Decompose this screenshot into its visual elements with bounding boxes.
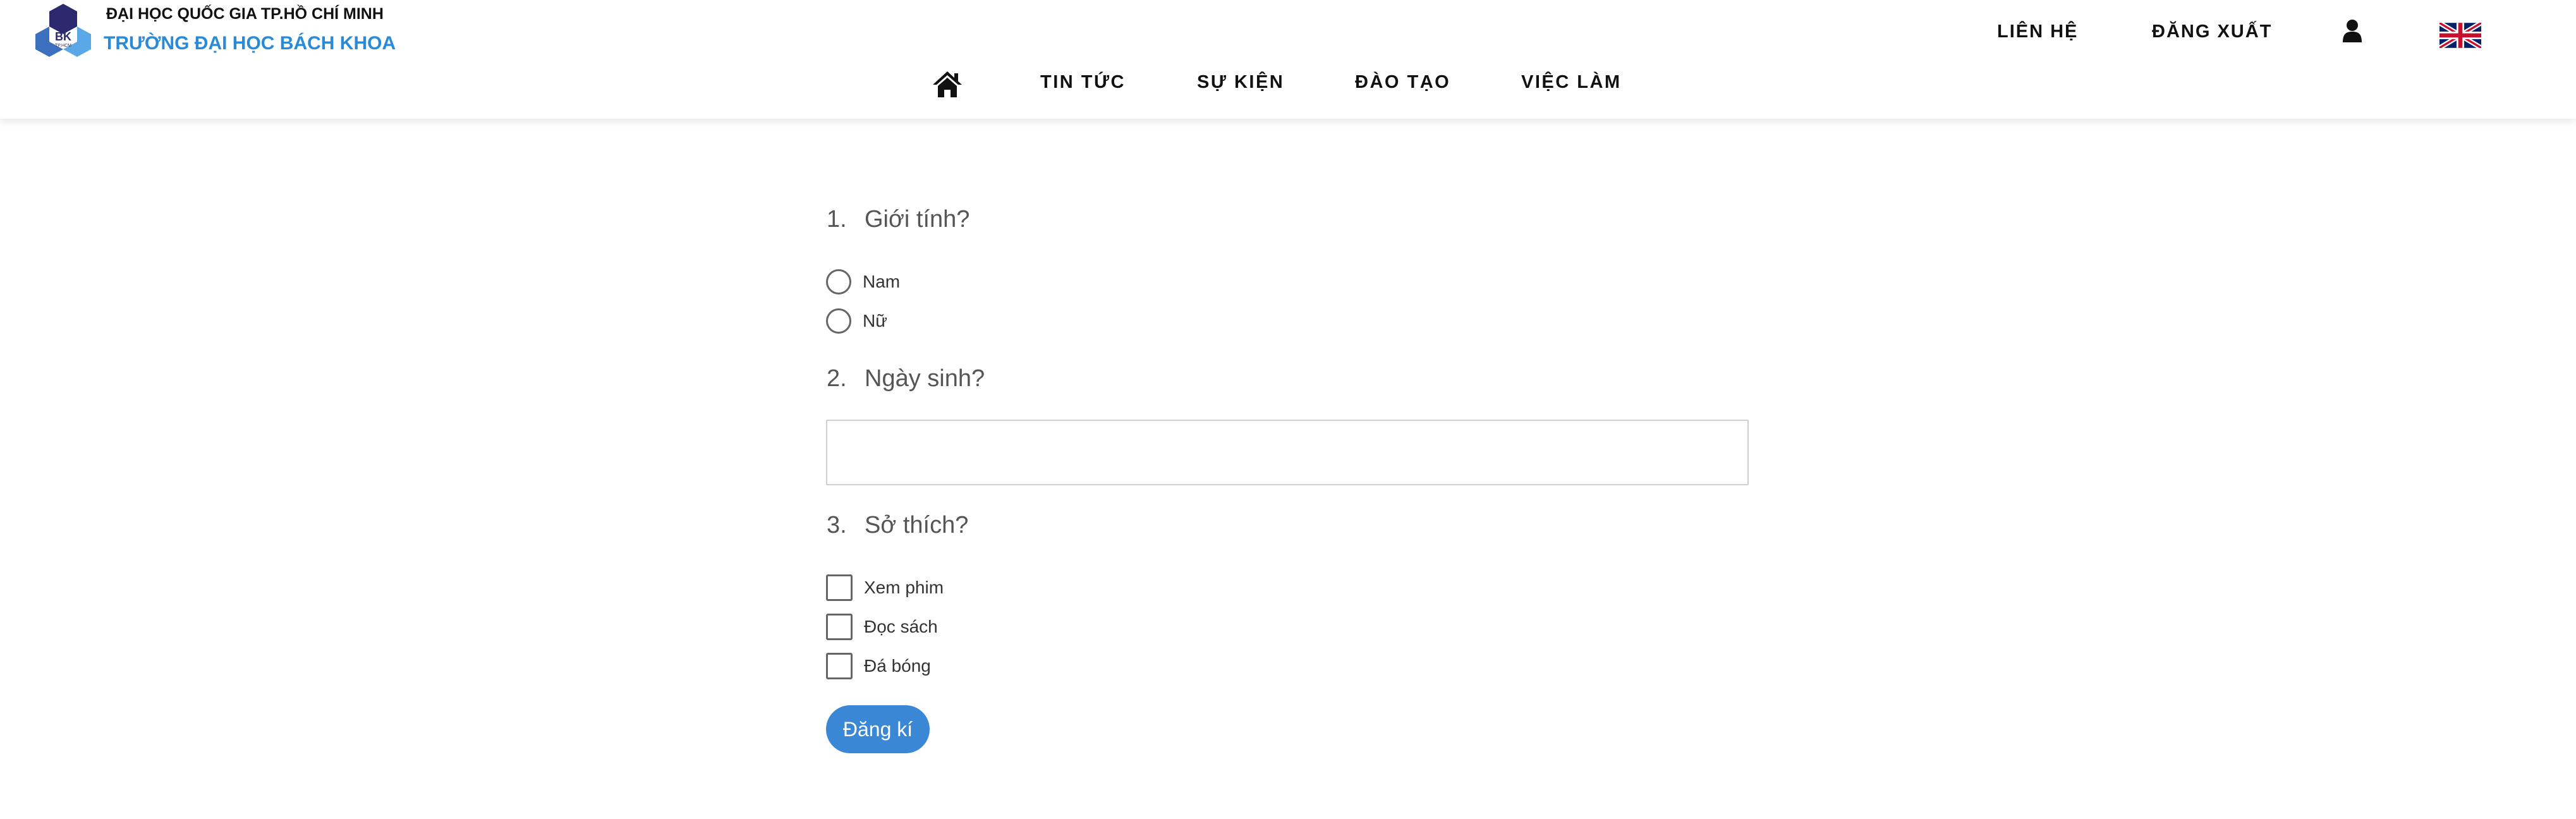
option-label: Nam (863, 272, 901, 291)
question-number: 2. (827, 365, 847, 392)
checkbox[interactable] (826, 574, 853, 601)
gender-option-male[interactable]: Nam (826, 268, 900, 296)
option-label: Đọc sách (864, 617, 938, 636)
contact-link[interactable]: LIÊN HỆ (1997, 21, 2078, 42)
hobby-option-movies[interactable]: Xem phim (826, 574, 944, 602)
option-label: Nữ (863, 311, 887, 331)
question-text: Ngày sinh? (865, 365, 985, 392)
checkbox[interactable] (826, 614, 853, 640)
gender-option-female[interactable]: Nữ (826, 307, 887, 335)
logout-link[interactable]: ĐĂNG XUẤT (2152, 21, 2272, 42)
logo-text: BK (55, 30, 71, 43)
logo-subtext: TP.HCM (55, 44, 71, 48)
hobby-option-football[interactable]: Đá bóng (826, 652, 931, 680)
question-number: 3. (827, 512, 847, 538)
question-number: 1. (827, 206, 847, 233)
radio-button[interactable] (826, 308, 851, 334)
university-name[interactable]: TRƯỜNG ĐẠI HỌC BÁCH KHOA (104, 33, 396, 54)
nav-events[interactable]: SỰ KIỆN (1197, 72, 1284, 93)
bk-logo[interactable]: BK TP.HCM (33, 3, 94, 63)
question-hobbies: 3. Sở thích? (827, 512, 968, 539)
question-text: Giới tính? (865, 206, 970, 233)
register-button[interactable]: Đăng kí (826, 705, 930, 753)
radio-button[interactable] (826, 269, 851, 294)
nav-news[interactable]: TIN TỨC (1040, 72, 1126, 93)
hobby-option-reading[interactable]: Đọc sách (826, 613, 938, 641)
home-icon[interactable] (932, 70, 963, 99)
question-text: Sở thích? (865, 512, 969, 538)
nav-jobs[interactable]: VIỆC LÀM (1521, 72, 1622, 93)
option-label: Đá bóng (864, 656, 931, 676)
checkbox[interactable] (826, 653, 853, 679)
site-header: BK TP.HCM ĐẠI HỌC QUỐC GIA TP.HỒ CHÍ MIN… (0, 0, 2576, 119)
user-icon[interactable] (2342, 19, 2362, 43)
birthdate-input[interactable] (826, 420, 1749, 485)
university-parent-name: ĐẠI HỌC QUỐC GIA TP.HỒ CHÍ MINH (106, 5, 384, 23)
nav-training[interactable]: ĐÀO TẠO (1355, 72, 1450, 93)
question-gender: 1. Giới tính? (827, 206, 969, 233)
uk-flag-icon[interactable] (2439, 23, 2481, 48)
question-birthdate: 2. Ngày sinh? (827, 365, 985, 392)
option-label: Xem phim (864, 578, 944, 597)
